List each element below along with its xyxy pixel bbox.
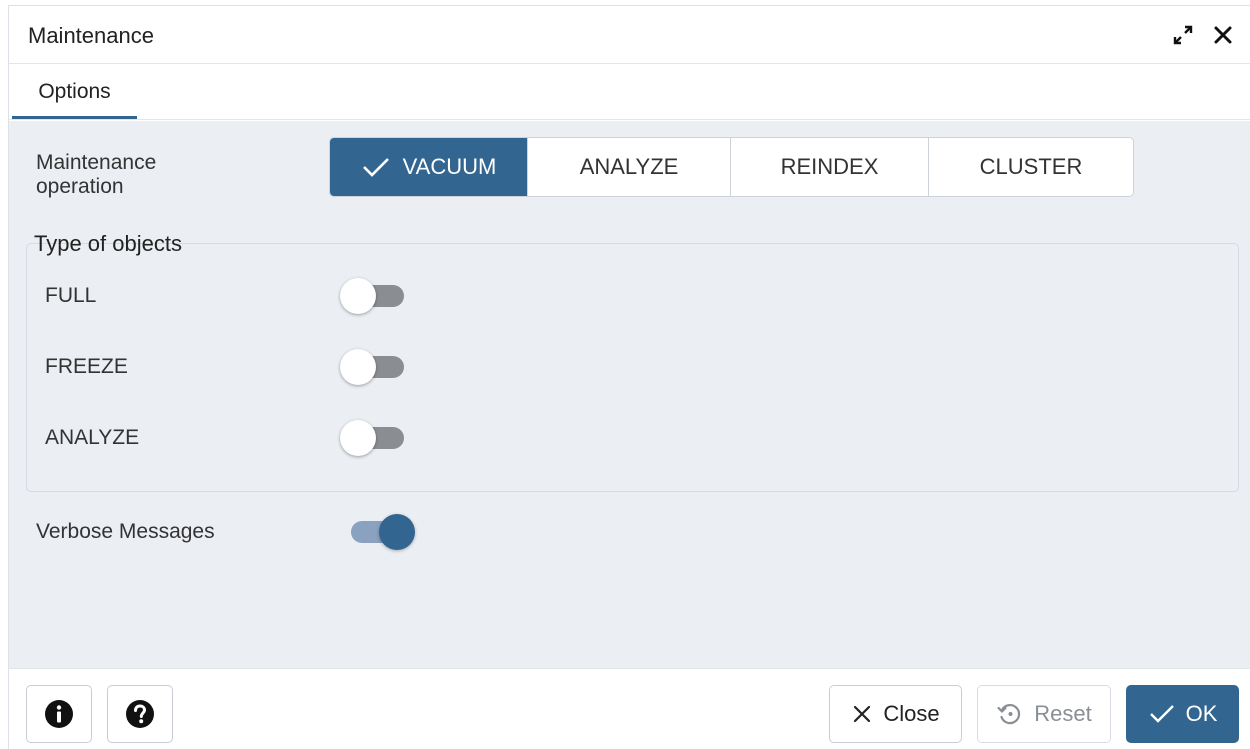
reset-icon [997, 704, 1021, 725]
analyze-toggle[interactable] [340, 418, 410, 458]
analyze-option-row: ANALYZE [45, 418, 545, 458]
check-icon [362, 158, 389, 177]
full-label: FULL [45, 284, 97, 307]
operation-vacuum-button[interactable]: VACUUM [330, 138, 528, 196]
freeze-toggle[interactable] [340, 347, 410, 387]
active-tab-indicator [12, 116, 137, 119]
full-toggle[interactable] [340, 276, 410, 316]
tab-bar: Options [9, 65, 1250, 120]
dialog-title: Maintenance [28, 23, 154, 48]
tab-options[interactable]: Options [12, 65, 137, 120]
info-icon [45, 700, 73, 728]
window-controls [1170, 22, 1236, 48]
check-icon [1149, 705, 1174, 723]
close-button[interactable]: Close [829, 685, 962, 743]
verbose-option-row: Verbose Messages [36, 512, 536, 552]
verbose-messages-label: Verbose Messages [36, 520, 215, 543]
help-button[interactable] [107, 685, 173, 743]
close-x-icon [854, 705, 871, 723]
help-icon [126, 700, 154, 728]
close-button-label: Close [883, 701, 940, 726]
ok-button-label: OK [1185, 701, 1218, 726]
info-button[interactable] [26, 685, 92, 743]
toggle-knob [379, 514, 415, 550]
maintenance-dialog: Maintenance Options Maintenance operatio… [8, 5, 1250, 749]
freeze-option-row: FREEZE [45, 347, 545, 387]
operation-selector: VACUUM ANALYZE REINDEX CLUSTER [329, 137, 1134, 197]
reset-button[interactable]: Reset [977, 685, 1111, 743]
freeze-label: FREEZE [45, 355, 128, 378]
full-option-row: FULL [45, 276, 545, 316]
operation-analyze-button[interactable]: ANALYZE [528, 138, 731, 196]
dialog-footer: Close Reset OK [9, 668, 1250, 749]
maintenance-operation-label: Maintenance operation [36, 151, 156, 199]
maintenance-operation-label-line2: operation [36, 175, 124, 198]
analyze-label: ANALYZE [45, 426, 140, 449]
close-icon[interactable] [1210, 22, 1236, 48]
toggle-knob [340, 420, 376, 456]
ok-button[interactable]: OK [1126, 685, 1239, 743]
reset-button-label: Reset [1034, 701, 1092, 726]
toggle-knob [340, 349, 376, 385]
expand-icon[interactable] [1170, 22, 1196, 48]
verbose-messages-toggle[interactable] [345, 512, 415, 552]
operation-vacuum-label: VACUUM [402, 154, 497, 179]
type-of-objects-legend: Type of objects [34, 231, 182, 256]
toggle-knob [340, 278, 376, 314]
options-panel: Maintenance operation VACUUM ANALYZE REI… [9, 121, 1250, 668]
maintenance-operation-label-line1: Maintenance [36, 151, 157, 174]
dialog-titlebar: Maintenance [9, 6, 1250, 64]
operation-reindex-button[interactable]: REINDEX [731, 138, 929, 196]
operation-cluster-button[interactable]: CLUSTER [929, 138, 1133, 196]
